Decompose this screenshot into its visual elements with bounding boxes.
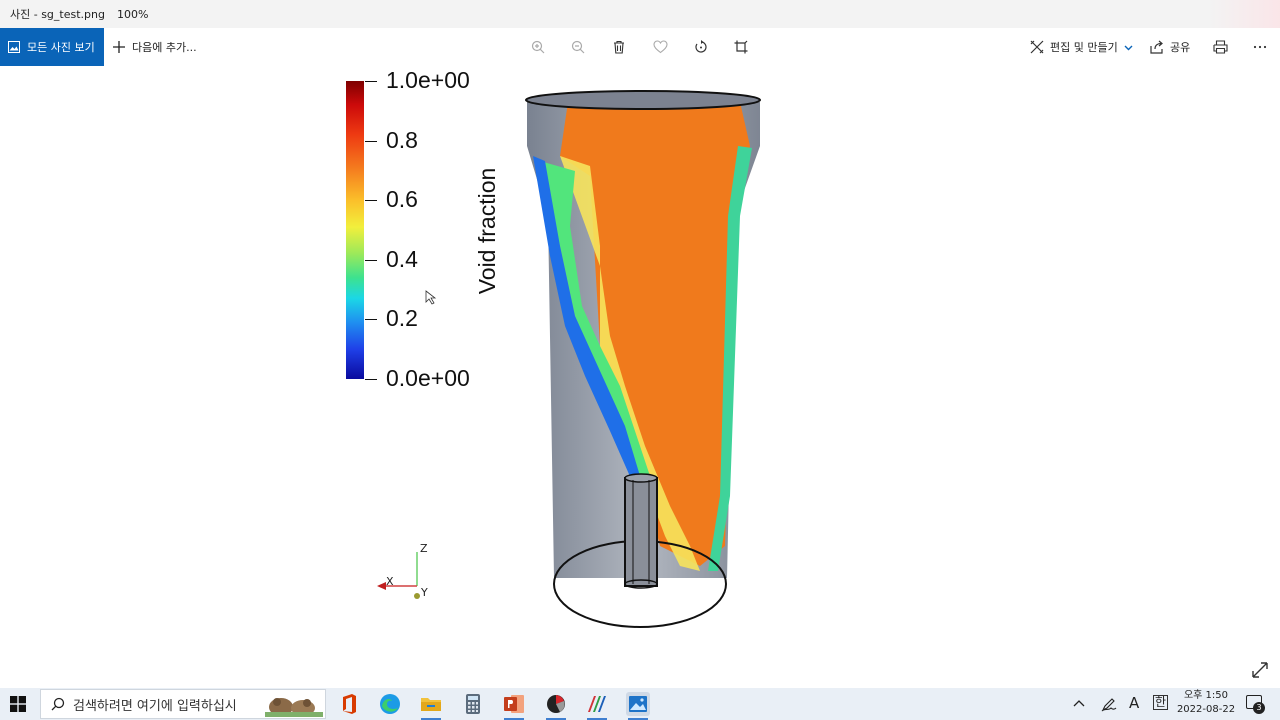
- rotate-button[interactable]: [691, 37, 711, 57]
- window-controls-area[interactable]: [1210, 0, 1280, 28]
- otters-illustration-icon: [265, 698, 323, 717]
- edit-create-label: 편집 및 만들기: [1050, 41, 1118, 54]
- window-title: 사진 - sg_test.png: [10, 8, 105, 21]
- axis-z-label: Z: [420, 542, 428, 555]
- chevron-down-icon: [1124, 45, 1133, 50]
- fullscreen-expand-icon[interactable]: [1250, 660, 1270, 680]
- add-to-button[interactable]: 다음에 추가...: [112, 28, 197, 66]
- tray-chevron-up-icon[interactable]: [1072, 697, 1086, 711]
- taskbar-office-app[interactable]: [337, 692, 361, 716]
- edit-tools-icon: [1030, 40, 1044, 54]
- photo-icon: [8, 41, 20, 53]
- notification-count: 3: [1253, 702, 1265, 714]
- more-button[interactable]: [1250, 37, 1270, 57]
- windows-start-icon[interactable]: [10, 696, 26, 712]
- edge-browser-icon: [380, 694, 400, 714]
- axis-y-label: Y: [421, 586, 428, 599]
- inlet-pipe: [624, 477, 658, 587]
- vessel-top: [525, 90, 761, 110]
- axis-x-label: X: [386, 575, 394, 588]
- taskbar-search-box[interactable]: 검색하려면 여기에 입력하십시: [40, 689, 326, 719]
- office-icon: [343, 694, 356, 714]
- plus-icon: [113, 41, 125, 53]
- favorite-button[interactable]: [650, 37, 670, 57]
- all-photos-button[interactable]: 모든 사진 보기: [0, 28, 104, 66]
- clock-time: 오후 1:50: [1183, 690, 1229, 701]
- share-button[interactable]: 공유: [1150, 28, 1190, 66]
- powerpoint-icon: [504, 695, 524, 713]
- command-bar: 모든 사진 보기 다음에 추가... 편집 및 만들기 공유: [0, 28, 1280, 66]
- all-photos-label: 모든 사진 보기: [27, 41, 95, 54]
- delete-button[interactable]: [609, 37, 629, 57]
- paraview-icon: [547, 695, 565, 713]
- search-placeholder: 검색하려면 여기에 입력하십시: [73, 698, 237, 714]
- calculator-icon: [466, 694, 480, 714]
- taskbar-photos-app[interactable]: [626, 692, 650, 720]
- stripes-app-icon: [588, 696, 606, 712]
- zoom-in-button[interactable]: [528, 37, 548, 57]
- zoom-out-icon: [571, 40, 585, 54]
- pen-icon[interactable]: [1101, 696, 1117, 712]
- clock-date: 2022-08-22: [1176, 704, 1236, 715]
- edit-create-button[interactable]: 편집 및 만들기: [1030, 28, 1133, 66]
- simulation-render: [377, 90, 761, 628]
- title-bar: 사진 - sg_test.png 100%: [0, 0, 1280, 28]
- language-indicator[interactable]: 한: [1153, 695, 1169, 710]
- taskbar-edge-app[interactable]: [378, 692, 402, 716]
- photos-icon: [629, 696, 647, 712]
- taskbar-paraview-app[interactable]: [544, 692, 568, 720]
- zoom-in-icon: [531, 40, 545, 54]
- taskbar-matlab-app[interactable]: [585, 692, 609, 720]
- search-icon: [51, 697, 65, 711]
- zoom-level: 100%: [116, 7, 149, 21]
- heart-icon: [652, 40, 668, 54]
- trash-icon: [614, 40, 624, 54]
- folder-icon: [421, 698, 441, 711]
- image-viewer[interactable]: 1.0e+00 0.8 0.6 0.4 0.2 0.0e+00 Void fraction: [0, 66, 1280, 688]
- crop-icon: [734, 40, 748, 54]
- add-to-label: 다음에 추가...: [132, 41, 197, 54]
- taskbar-powerpoint-app[interactable]: [502, 692, 526, 720]
- ime-mode[interactable]: A: [1129, 694, 1139, 712]
- taskbar-calculator-app[interactable]: [461, 692, 485, 716]
- zoom-out-button[interactable]: [568, 37, 588, 57]
- mouse-cursor: [425, 290, 437, 305]
- rotate-icon: [695, 40, 707, 53]
- taskbar: 검색하려면 여기에 입력하십시 A 한 오후 1:50 2022-08-22 3: [0, 688, 1280, 720]
- taskbar-explorer-app[interactable]: [419, 692, 443, 720]
- printer-icon: [1212, 40, 1228, 54]
- print-button[interactable]: [1210, 37, 1230, 57]
- share-icon: [1150, 40, 1163, 54]
- crop-button[interactable]: [731, 37, 751, 57]
- share-label: 공유: [1170, 41, 1191, 54]
- taskbar-clock[interactable]: 오후 1:50 2022-08-22: [1174, 689, 1238, 717]
- more-dots-icon: [1253, 45, 1267, 49]
